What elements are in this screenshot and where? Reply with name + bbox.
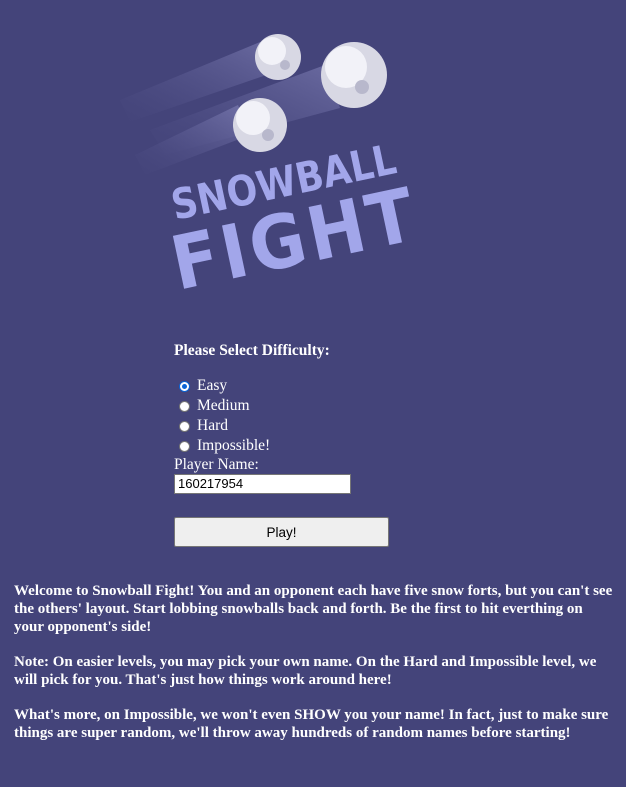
radio-hard[interactable] <box>179 420 190 432</box>
play-button-label: Play! <box>266 524 297 540</box>
difficulty-option-hard[interactable]: Hard <box>174 416 414 436</box>
difficulty-prompt: Please Select Difficulty: <box>174 342 330 359</box>
difficulty-option-label: Easy <box>197 377 228 394</box>
player-name-input[interactable]: 160217954 <box>174 474 351 494</box>
radio-medium[interactable] <box>179 400 190 412</box>
game-setup-form: Please Select Difficulty: Easy Medium Ha… <box>174 342 414 547</box>
difficulty-option-label: Hard <box>197 417 228 434</box>
instructions-paragraph: Welcome to Snowball Fight! You and an op… <box>14 583 613 635</box>
radio-impossible[interactable] <box>179 440 190 452</box>
snowball-icon <box>321 42 387 108</box>
instructions-paragraph: Note: On easier levels, you may pick you… <box>14 654 597 688</box>
game-instructions: Welcome to Snowball Fight! You and an op… <box>14 582 616 759</box>
snowball-fight-logo: SNOWBALL FIGHT <box>110 20 426 310</box>
player-name-label: Player Name: <box>174 456 259 473</box>
radio-easy[interactable] <box>179 380 190 392</box>
snowball-icon <box>233 98 287 152</box>
play-button[interactable]: Play! <box>174 517 389 547</box>
difficulty-option-impossible[interactable]: Impossible! <box>174 436 414 456</box>
difficulty-option-label: Medium <box>197 397 250 414</box>
snowball-icon <box>255 34 301 80</box>
difficulty-option-easy[interactable]: Easy <box>174 376 414 396</box>
difficulty-option-medium[interactable]: Medium <box>174 396 414 416</box>
logo-graphic: SNOWBALL FIGHT <box>120 34 426 307</box>
instructions-paragraph: What's more, on Impossible, we won't eve… <box>14 707 609 741</box>
difficulty-option-label: Impossible! <box>197 437 271 454</box>
